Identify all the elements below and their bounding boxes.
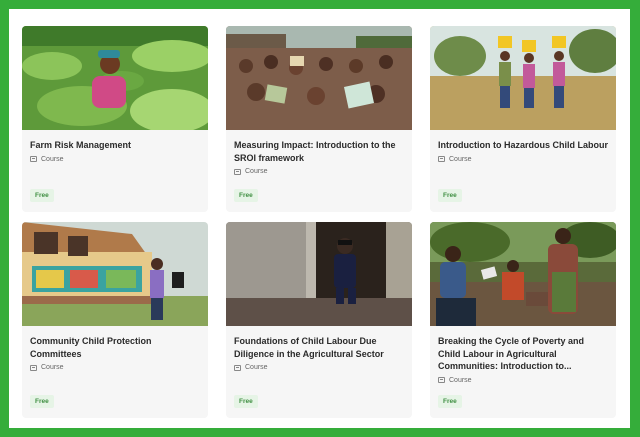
- course-title[interactable]: Breaking the Cycle of Poverty and Child …: [438, 335, 608, 373]
- course-icon: [234, 364, 241, 371]
- course-icon: [438, 377, 445, 383]
- course-type: Course: [245, 364, 268, 371]
- course-card-body: Farm Risk Management Course Free: [22, 130, 208, 212]
- course-meta: Course: [30, 156, 200, 163]
- course-title[interactable]: Foundations of Child Labour Due Diligenc…: [234, 335, 404, 360]
- course-type: Course: [245, 168, 268, 175]
- course-thumbnail[interactable]: [430, 26, 616, 130]
- course-card-body: Foundations of Child Labour Due Diligenc…: [226, 326, 412, 418]
- price-badge: Free: [234, 189, 258, 202]
- course-card-body: Community Child Protection Committees Co…: [22, 326, 208, 418]
- course-card-farm-risk[interactable]: Farm Risk Management Course Free: [22, 26, 208, 212]
- course-title[interactable]: Community Child Protection Committees: [30, 335, 200, 360]
- course-type: Course: [41, 155, 64, 163]
- course-meta: Course: [234, 364, 404, 371]
- course-thumbnail[interactable]: [226, 222, 412, 326]
- course-card-community-child-protection[interactable]: Community Child Protection Committees Co…: [22, 222, 208, 418]
- course-type: Course: [41, 364, 64, 371]
- course-thumbnail[interactable]: [22, 26, 208, 130]
- course-card-breaking-the-cycle[interactable]: Breaking the Cycle of Poverty and Child …: [430, 222, 616, 418]
- course-card-hazardous-child-labour[interactable]: Introduction to Hazardous Child Labour C…: [430, 26, 616, 212]
- course-type: Course: [449, 376, 472, 384]
- course-card-due-diligence[interactable]: Foundations of Child Labour Due Diligenc…: [226, 222, 412, 418]
- price-badge: Free: [438, 189, 462, 202]
- course-meta: Course: [234, 168, 404, 175]
- course-grid: Farm Risk Management Course Free Measuri…: [22, 26, 616, 422]
- course-card-measuring-impact[interactable]: Measuring Impact: Introduction to the SR…: [226, 26, 412, 212]
- course-icon: [30, 156, 37, 162]
- course-icon: [438, 156, 445, 162]
- price-badge: Free: [30, 189, 54, 202]
- course-icon: [30, 364, 37, 371]
- price-badge: Free: [438, 395, 462, 408]
- course-card-body: Introduction to Hazardous Child Labour C…: [430, 130, 616, 212]
- course-thumbnail[interactable]: [430, 222, 616, 326]
- course-title[interactable]: Farm Risk Management: [30, 139, 200, 152]
- course-card-body: Breaking the Cycle of Poverty and Child …: [430, 326, 616, 418]
- price-badge: Free: [30, 395, 54, 408]
- course-meta: Course: [438, 156, 608, 163]
- course-icon: [234, 168, 241, 175]
- course-meta: Course: [438, 377, 608, 384]
- course-thumbnail[interactable]: [226, 26, 412, 130]
- course-thumbnail[interactable]: [22, 222, 208, 326]
- course-meta: Course: [30, 364, 200, 371]
- course-title[interactable]: Introduction to Hazardous Child Labour: [438, 139, 608, 152]
- course-card-body: Measuring Impact: Introduction to the SR…: [226, 130, 412, 212]
- catalog-frame: Farm Risk Management Course Free Measuri…: [9, 9, 630, 428]
- course-type: Course: [449, 155, 472, 163]
- price-badge: Free: [234, 395, 258, 408]
- course-title[interactable]: Measuring Impact: Introduction to the SR…: [234, 139, 404, 164]
